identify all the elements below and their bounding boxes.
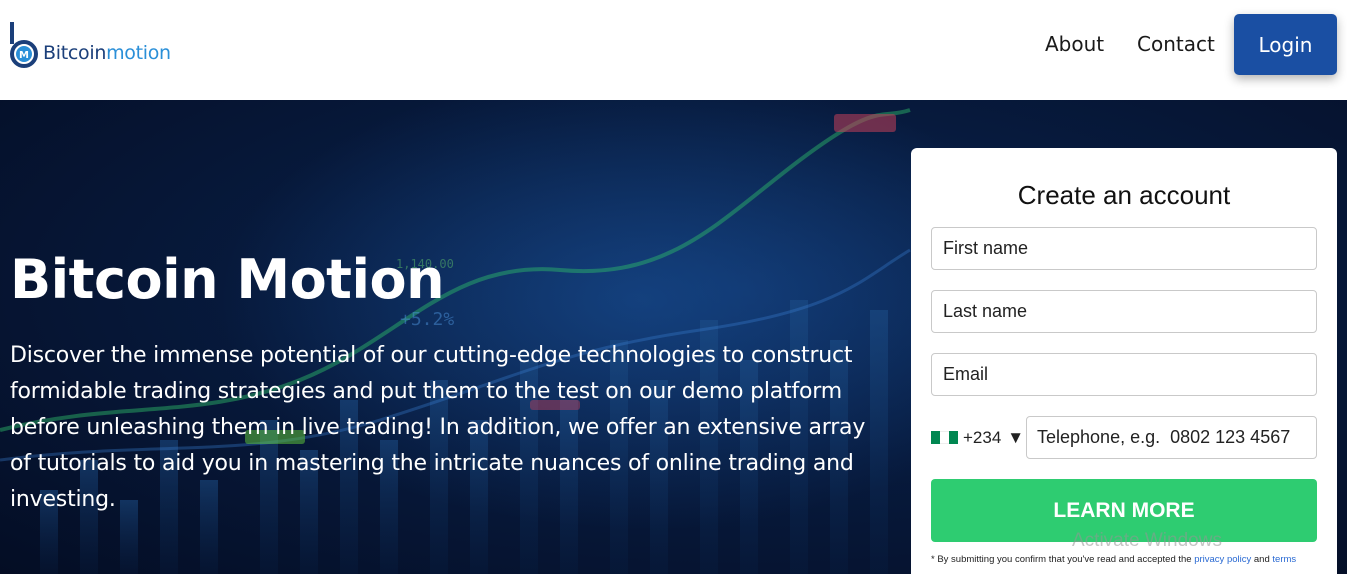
terms-link[interactable]: terms bbox=[1272, 554, 1296, 565]
country-code-select[interactable]: +234 ▼ bbox=[931, 416, 1024, 459]
logo-text-motion: motion bbox=[106, 42, 171, 64]
logo-mark-icon: M bbox=[8, 22, 42, 70]
last-name-input[interactable] bbox=[931, 290, 1317, 333]
privacy-policy-link[interactable]: privacy policy bbox=[1194, 554, 1251, 565]
nav-contact-link[interactable]: Contact bbox=[1137, 32, 1215, 56]
bg-percent-label: +5.2% bbox=[400, 309, 454, 330]
disclaimer-and: and bbox=[1251, 554, 1273, 565]
telephone-input[interactable] bbox=[1026, 416, 1317, 459]
logo-text-bitcoin: Bitcoin bbox=[43, 42, 107, 64]
form-title: Create an account bbox=[1017, 180, 1231, 210]
signup-form: Create an account +234 ▼ LEARN MORE * By… bbox=[911, 148, 1337, 574]
country-code-value: +234 bbox=[963, 427, 1002, 447]
hero-title: Bitcoin Motion bbox=[10, 248, 445, 311]
first-name-input[interactable] bbox=[931, 227, 1317, 270]
hero-description: Discover the immense potential of our cu… bbox=[10, 343, 866, 512]
site-logo[interactable]: M Bitcoinmotion bbox=[8, 22, 171, 70]
nav-about-link[interactable]: About bbox=[1045, 32, 1104, 56]
chevron-down-icon: ▼ bbox=[1007, 427, 1025, 447]
form-disclaimer: * By submitting you confirm that you've … bbox=[931, 554, 1331, 565]
disclaimer-text: * By submitting you confirm that you've … bbox=[931, 554, 1195, 565]
login-button[interactable]: Login bbox=[1234, 14, 1337, 75]
activate-windows-watermark: Activate Windows bbox=[1072, 530, 1222, 551]
site-header: M Bitcoinmotion About Contact Login bbox=[0, 0, 1347, 100]
email-input[interactable] bbox=[931, 353, 1317, 396]
logo-badge: M bbox=[19, 50, 29, 61]
nigeria-flag-icon bbox=[931, 431, 958, 444]
logo-text: Bitcoinmotion bbox=[43, 42, 171, 64]
hero-section: +5.2% 1,140.00 Bitcoin Motion Discover t… bbox=[0, 100, 1347, 574]
